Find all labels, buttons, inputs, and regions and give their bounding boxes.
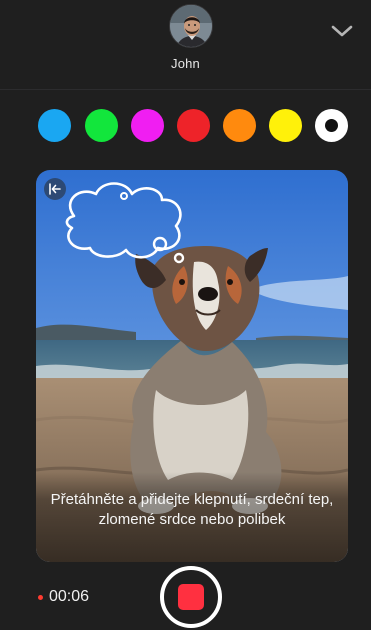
hint-text: Přetáhněte a přidejte klepnutí, srdeční … [50, 491, 334, 528]
stop-recording-icon [178, 584, 204, 610]
photo-canvas[interactable]: Přetáhněte a přidejte klepnutí, srdeční … [36, 170, 348, 562]
color-swatch-red[interactable] [177, 109, 210, 142]
avatar[interactable] [169, 4, 213, 48]
chevron-down-icon[interactable] [329, 18, 355, 44]
color-swatch-green[interactable] [85, 109, 118, 142]
collapse-left-icon[interactable] [44, 178, 66, 200]
color-swatch-yellow[interactable] [269, 109, 302, 142]
color-swatch-magenta[interactable] [131, 109, 164, 142]
recording-dot-icon [38, 594, 43, 600]
color-palette [0, 109, 371, 143]
color-swatch-white[interactable] [315, 109, 348, 142]
recording-timer: 00:06 [38, 586, 89, 608]
header: John [0, 0, 371, 90]
color-swatch-orange[interactable] [223, 109, 256, 142]
digital-touch-screen: John Přetáhněte a přidejte klepnutí, srd… [0, 0, 371, 630]
avatar-image [170, 5, 212, 47]
color-swatch-blue[interactable] [38, 109, 71, 142]
record-button[interactable] [160, 566, 222, 628]
hint-overlay: Přetáhněte a přidejte klepnutí, srdeční … [36, 472, 348, 562]
contact-name: John [171, 56, 200, 71]
header-divider [0, 89, 371, 90]
timer-text: 00:06 [49, 588, 90, 605]
